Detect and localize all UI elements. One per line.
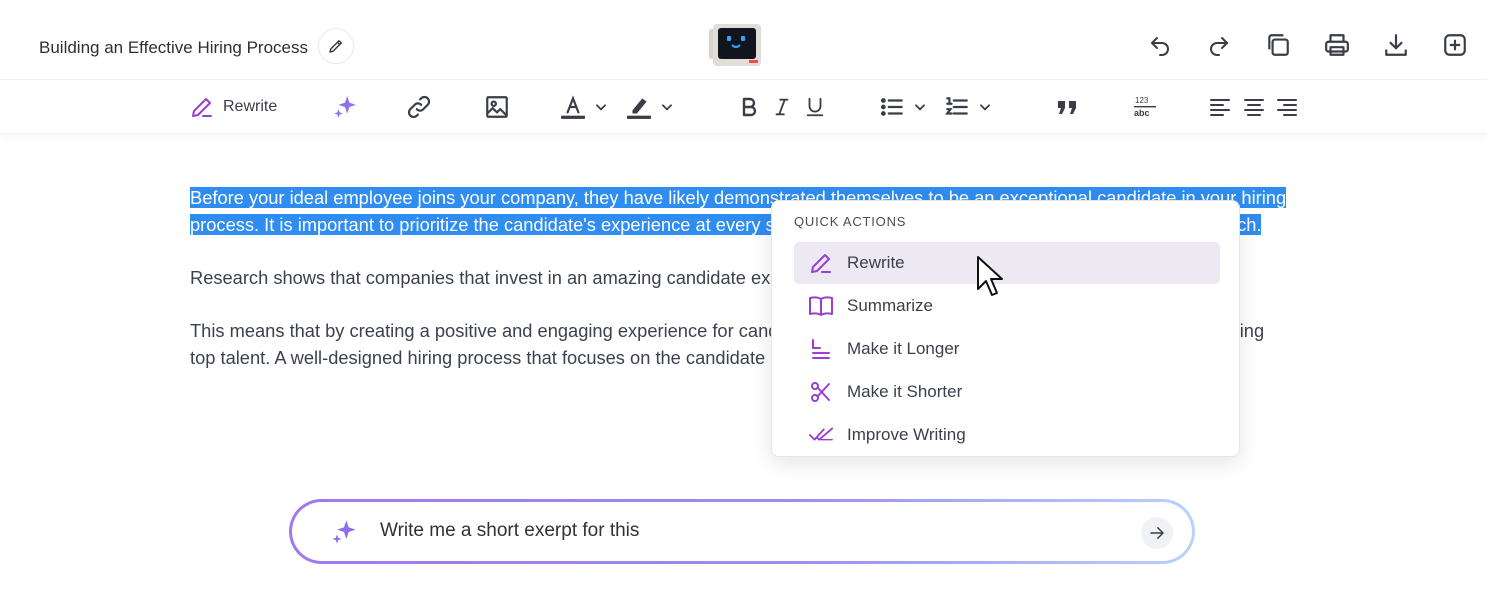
pencil-icon (192, 98, 212, 117)
italic-button[interactable] (771, 92, 793, 122)
mouse-cursor-icon (977, 256, 1003, 296)
robot-logo-icon (709, 24, 761, 66)
align-right-button[interactable] (1274, 92, 1300, 122)
copy-icon (1268, 34, 1289, 56)
quick-action-make-shorter[interactable]: Make it Shorter (794, 371, 1220, 413)
pencil-icon (811, 254, 831, 273)
bullet-list-icon (880, 98, 903, 116)
formatting-toolbar: Rewrite 123 abc (0, 80, 1487, 134)
text-color-button[interactable] (560, 92, 608, 122)
rewrite-button[interactable]: Rewrite (190, 92, 277, 122)
undo-button[interactable] (1146, 28, 1174, 62)
print-button[interactable] (1323, 28, 1351, 62)
chevron-down-icon (980, 104, 990, 111)
lines-icon (812, 339, 830, 359)
download-icon (1385, 34, 1407, 56)
book-icon (809, 296, 833, 316)
ai-prompt-bar: Write me a short exerpt for this (289, 499, 1195, 564)
spellcheck-icon: 123 abc (1134, 96, 1156, 118)
link-button[interactable] (404, 92, 434, 122)
chevron-down-icon (915, 104, 925, 111)
redo-icon (1210, 37, 1228, 56)
arrow-right-icon (1150, 527, 1164, 539)
align-left-icon (1210, 99, 1230, 116)
quick-action-improve-writing[interactable]: Improve Writing (794, 414, 1220, 456)
blockquote-button[interactable] (1055, 92, 1079, 122)
image-button[interactable] (482, 92, 512, 122)
quote-icon (1058, 101, 1076, 114)
text-color-icon (561, 95, 585, 119)
highlight-color-button[interactable] (626, 92, 674, 122)
image-icon (486, 96, 508, 118)
document-title[interactable]: Building an Effective Hiring Process (39, 38, 308, 58)
download-button[interactable] (1382, 28, 1410, 62)
svg-text:abc: abc (1134, 108, 1150, 118)
pencil-icon (329, 40, 342, 53)
highlighter-icon (627, 98, 651, 119)
align-center-icon (1244, 99, 1264, 116)
scissors-icon (811, 382, 830, 402)
ai-sparkle-button[interactable] (330, 92, 360, 122)
spellcheck-button[interactable]: 123 abc (1130, 92, 1160, 122)
edit-title-button[interactable] (318, 28, 354, 64)
double-check-icon (808, 427, 834, 441)
numbered-list-button[interactable] (944, 92, 992, 122)
redo-button[interactable] (1205, 28, 1233, 62)
quick-actions-menu: QUICK ACTIONS Rewrite Summarize Make it … (771, 200, 1240, 457)
bold-icon (742, 97, 757, 117)
quick-action-label: Improve Writing (847, 425, 966, 444)
top-bar: Building an Effective Hiring Process (0, 0, 1487, 80)
chevron-down-icon (662, 104, 672, 111)
sparkle-icon (332, 520, 356, 544)
bullet-list-button[interactable] (879, 92, 927, 122)
prompt-input[interactable]: Write me a short exerpt for this (380, 520, 639, 542)
quick-action-label: Make it Shorter (847, 382, 963, 401)
quick-action-label: Rewrite (847, 253, 905, 272)
plus-square-icon (1444, 34, 1466, 56)
align-right-icon (1277, 99, 1297, 116)
underline-icon (806, 97, 824, 117)
chevron-down-icon (596, 104, 606, 111)
duplicate-button[interactable] (1264, 28, 1292, 62)
quick-actions-heading: QUICK ACTIONS (794, 214, 907, 229)
quick-action-rewrite[interactable]: Rewrite (794, 242, 1220, 284)
quick-action-label: Make it Longer (847, 339, 960, 358)
quick-action-make-longer[interactable]: Make it Longer (794, 328, 1220, 370)
print-icon (1325, 34, 1349, 56)
document-actions (1146, 28, 1469, 62)
link-icon (407, 95, 431, 119)
svg-text:123: 123 (1135, 96, 1149, 105)
quick-action-label: Summarize (847, 296, 933, 315)
underline-button[interactable] (803, 92, 827, 122)
numbered-list-icon (945, 97, 968, 115)
undo-icon (1151, 37, 1169, 56)
sparkle-icon (334, 96, 356, 118)
align-left-button[interactable] (1207, 92, 1233, 122)
send-button[interactable] (1141, 517, 1173, 549)
align-center-button[interactable] (1241, 92, 1267, 122)
italic-icon (775, 98, 789, 116)
rewrite-label: Rewrite (223, 98, 278, 115)
new-document-button[interactable] (1441, 28, 1469, 62)
bold-button[interactable] (737, 92, 761, 122)
quick-action-summarize[interactable]: Summarize (794, 285, 1220, 327)
